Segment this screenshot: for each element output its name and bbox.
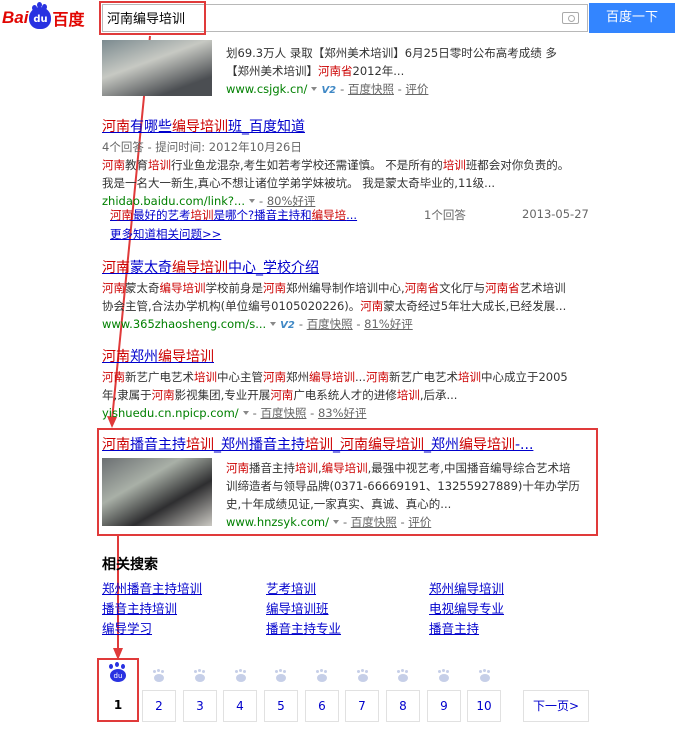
related-link[interactable]: 艺考培训: [266, 578, 316, 597]
result-2: 河南蒙太奇编导培训中心_学校介绍 河南蒙太奇编导培训学校前身是河南郑州编导制作培…: [102, 257, 566, 335]
related-link[interactable]: 播音主持: [429, 618, 479, 637]
related-link[interactable]: 郑州编导培训: [429, 578, 504, 597]
result-abstract: 年,隶属于河南影视集团,专业开展河南广电系统人才的进修培训,后承...: [102, 388, 458, 402]
result-abstract: 河南播音主持培训,编导培训,最强中视艺考,中国播音编导综合艺术培: [226, 461, 571, 475]
result-abstract: 河南新艺广电艺术培训中心主管河南郑州编导培训...河南新艺广电艺术培训中心成立于…: [102, 370, 568, 384]
page-link[interactable]: 10: [467, 690, 501, 722]
review-link[interactable]: 评价: [405, 82, 428, 96]
zhidao-question-row: 河南最好的艺考培训是哪个?播音主持和编导培... 1个回答 2013-05-27: [110, 207, 589, 223]
page-paw-icon: [397, 670, 409, 682]
result-thumbnail[interactable]: [102, 458, 212, 526]
related-link[interactable]: 编导学习: [102, 618, 152, 637]
review-link[interactable]: 评价: [408, 515, 431, 529]
zhidao-question-link[interactable]: 河南最好的艺考培训是哪个?播音主持和编导培...: [110, 208, 357, 222]
result-0: 划69.3万人 录取【郑州美术培训】6月25日零时公布高考成绩 多 【郑州美术培…: [226, 44, 557, 100]
snapshot-link[interactable]: 百度快照: [260, 406, 306, 420]
result-thumbnail[interactable]: [102, 40, 212, 96]
related-link[interactable]: 电视编导专业: [429, 598, 504, 617]
related-link[interactable]: 播音主持培训: [102, 598, 177, 617]
page-link[interactable]: 2: [142, 690, 176, 722]
dropdown-icon[interactable]: [270, 322, 277, 326]
result-3: 河南郑州编导培训 河南新艺广电艺术培训中心主管河南郑州编导培训...河南新艺广电…: [102, 346, 568, 422]
page-paw-icon: [194, 670, 206, 682]
result-1: 河南有哪些编导培训班_百度知道 4个回答 - 提问时间: 2012年10月26日…: [102, 116, 569, 210]
snapshot-link[interactable]: 百度快照: [307, 317, 353, 331]
result-title[interactable]: 河南蒙太奇编导培训中心_学校介绍: [102, 257, 566, 277]
dropdown-icon[interactable]: [249, 199, 255, 203]
snapshot-link[interactable]: 百度快照: [348, 82, 394, 96]
related-link[interactable]: 播音主持专业: [266, 618, 341, 637]
more-zhidao-link[interactable]: 更多知道相关问题>>: [110, 226, 221, 242]
result-url: www.csjgk.cn/V2- 百度快照 - 评价: [226, 82, 429, 96]
dropdown-icon[interactable]: [311, 87, 318, 91]
result-abstract: 训缔造者与领导品牌(0371-66669191、13255927889)十年办学…: [226, 479, 580, 493]
result-abstract: 河南教育培训行业鱼龙混杂,考生如若考学校还需谨慎。 不是所有的培训班都会对你负责…: [102, 158, 570, 172]
result-title[interactable]: 河南有哪些编导培训班_百度知道: [102, 116, 569, 136]
page-paw-icon: [153, 670, 165, 682]
related-link[interactable]: 郑州播音主持培训: [102, 578, 202, 597]
result-title[interactable]: 河南播音主持培训_郑州播音主持培训_河南编导培训_郑州编导培训-...: [102, 434, 533, 454]
page-link[interactable]: 8: [386, 690, 420, 722]
answer-count: 1个回答: [424, 208, 466, 222]
page-paw-icon: [438, 670, 450, 682]
v-badge-icon[interactable]: V2: [321, 85, 336, 96]
page-current: 1: [113, 698, 123, 712]
result-title[interactable]: 河南郑州编导培训: [102, 346, 568, 366]
page-paw-icon: [235, 670, 247, 682]
result-4-body: 河南播音主持培训,编导培训,最强中视艺考,中国播音编导综合艺术培 训缔造者与领导…: [226, 459, 580, 531]
result-abstract: 河南蒙太奇编导培训学校前身是河南郑州编导制作培训中心,河南省文化厅与河南省艺术培…: [102, 281, 566, 295]
page-link[interactable]: 4: [223, 690, 257, 722]
page-paw-icon: [316, 670, 328, 682]
page-paw-icon: [357, 670, 369, 682]
result-abstract: 划69.3万人 录取【郑州美术培训】6月25日零时公布高考成绩 多: [226, 46, 557, 60]
current-page-paw-icon: du: [108, 662, 128, 684]
page-link[interactable]: 9: [427, 690, 461, 722]
snapshot-link[interactable]: 百度快照: [351, 515, 397, 529]
result-4: 河南播音主持培训_郑州播音主持培训_河南编导培训_郑州编导培训-...: [102, 434, 533, 454]
result-abstract: 史,十年成绩见证,一家真实、真诚、真心的...: [226, 497, 452, 511]
result-abstract: 【郑州美术培训】河南省2012年...: [226, 64, 405, 78]
related-search-title: 相关搜索: [102, 557, 158, 573]
page-link[interactable]: 5: [264, 690, 298, 722]
answer-date: 2013-05-27: [522, 207, 589, 221]
related-link[interactable]: 编导培训班: [266, 598, 329, 617]
result-url: www.hnzsyk.com/- 百度快照 - 评价: [226, 515, 432, 529]
page-link[interactable]: 3: [183, 690, 217, 722]
next-page-button[interactable]: 下一页>: [523, 690, 589, 722]
rating-link[interactable]: 80%好评: [267, 194, 316, 208]
result-meta: 4个回答 - 提问时间: 2012年10月26日: [102, 140, 302, 154]
dropdown-icon[interactable]: [242, 411, 249, 415]
rating-link[interactable]: 83%好评: [318, 406, 367, 420]
result-url: www.365zhaosheng.com/s... V2- 百度快照 - 81%好…: [102, 317, 413, 331]
result-abstract: 我是一名大一新生,真心不想让诸位学弟学妹被坑。 我是蒙太奇毕业的,11级...: [102, 176, 496, 190]
dropdown-icon[interactable]: [332, 520, 339, 524]
page-paw-icon: [275, 670, 287, 682]
rating-link[interactable]: 81%好评: [364, 317, 413, 331]
page-paw-icon: [479, 670, 491, 682]
page-link[interactable]: 6: [305, 690, 339, 722]
v-badge-icon[interactable]: V2: [280, 320, 295, 331]
result-url: yishuedu.cn.npicp.com/- 百度快照 - 83%好评: [102, 406, 367, 420]
page-link[interactable]: 7: [345, 690, 379, 722]
result-abstract: 协会主管,合法办学机构(单位编号0105020226)。河南蒙太奇经过5年壮大成…: [102, 299, 567, 313]
